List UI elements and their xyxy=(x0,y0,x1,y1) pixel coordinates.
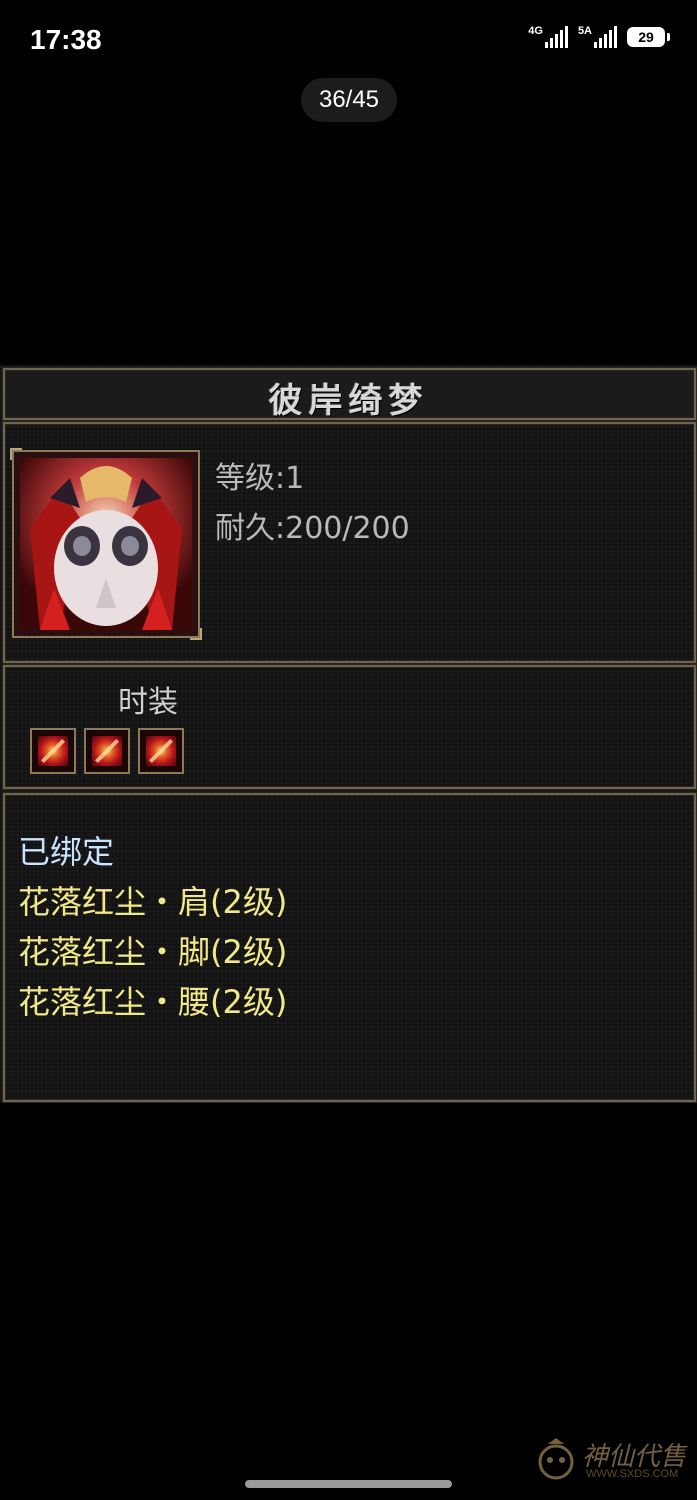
signal-bars-icon xyxy=(594,26,617,48)
status-time: 17:38 xyxy=(30,24,102,55)
item-durability: 耐久:200/200 xyxy=(215,511,410,546)
network-5a-label: 5A xyxy=(577,25,592,37)
battery-icon: 29 xyxy=(627,27,670,47)
page-counter: 36/45 xyxy=(301,78,397,122)
item-tooltip-panel: 彼岸绮梦 等级:1 耐久:200/200 时装 已绑定 花落红尘・肩(2级) 花… xyxy=(0,365,697,1102)
watermark-url: WWW.SXDS.COM xyxy=(586,1468,679,1480)
set-item: 花落红尘・肩(2级) xyxy=(18,883,288,921)
home-indicator[interactable] xyxy=(245,1480,452,1488)
set-item: 花落红尘・脚(2级) xyxy=(18,933,288,971)
network-4g-indicator: 4G xyxy=(528,26,568,48)
battery-level: 29 xyxy=(638,29,654,45)
gem-slots xyxy=(30,728,184,774)
bound-status: 已绑定 xyxy=(18,833,115,871)
red-gem-icon[interactable] xyxy=(138,728,184,774)
watermark-logo: 神仙代售 WWW.SXDS.COM xyxy=(536,1436,688,1486)
red-gem-icon[interactable] xyxy=(30,728,76,774)
costume-portrait-icon xyxy=(20,458,192,630)
item-name: 彼岸绮梦 xyxy=(268,381,429,421)
network-4g-label: 4G xyxy=(528,25,543,37)
signal-bars-icon xyxy=(544,26,568,48)
item-type-label: 时装 xyxy=(118,685,178,720)
set-item: 花落红尘・腰(2级) xyxy=(18,983,288,1021)
item-icon-frame[interactable] xyxy=(10,448,202,640)
network-5a-indicator: 5A xyxy=(578,26,617,48)
status-bar: 17:38 4G 5A 29 xyxy=(0,0,697,80)
red-gem-icon[interactable] xyxy=(84,728,130,774)
item-level: 等级:1 xyxy=(215,461,305,496)
status-icons: 4G 5A 29 xyxy=(528,26,670,48)
mascot-icon xyxy=(538,1438,574,1480)
